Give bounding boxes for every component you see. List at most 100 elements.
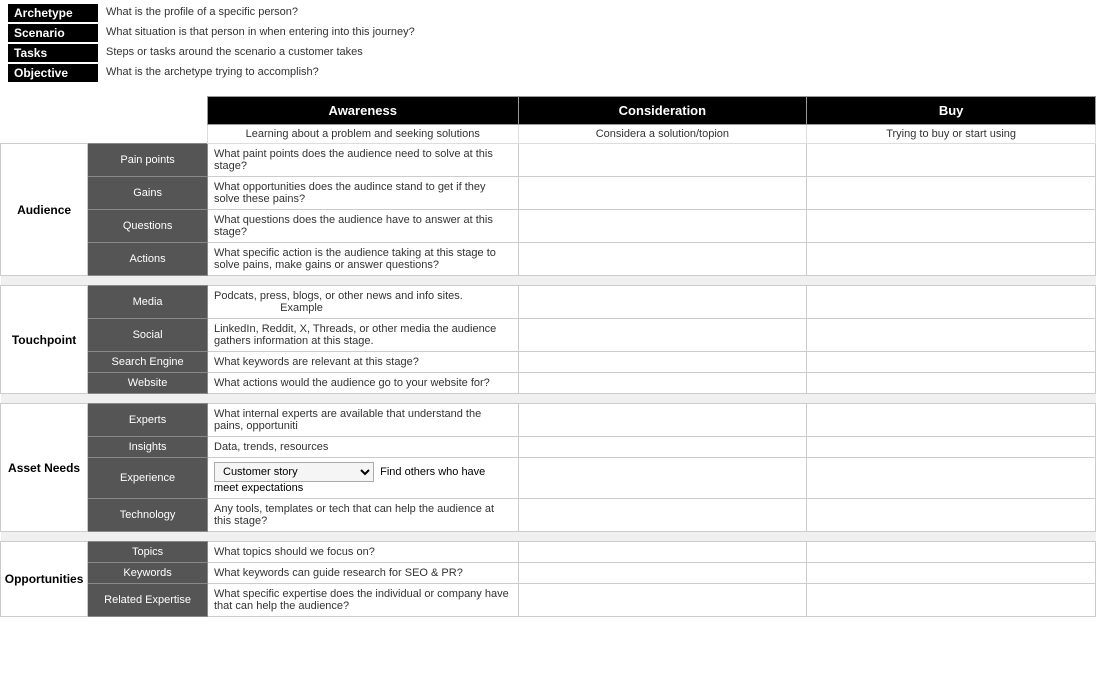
sub-label-questions: Questions [88, 210, 208, 243]
audience-actions-row: Actions What specific action is the audi… [1, 243, 1096, 276]
keywords-awareness: What keywords can guide research for SEO… [208, 563, 519, 584]
legend-label-archetype: Archetype [8, 4, 98, 22]
col-sub-consideration: Considera a solution/topion [518, 125, 807, 144]
actions-buy [807, 243, 1096, 276]
media-awareness: Podcats, press, blogs, or other news and… [208, 286, 519, 319]
col-sub-awareness: Learning about a problem and seeking sol… [208, 125, 519, 144]
topics-buy [807, 542, 1096, 563]
social-buy [807, 319, 1096, 352]
asset-experience-row: Experience Customer story Case study Tes… [1, 458, 1096, 499]
questions-consideration [518, 210, 807, 243]
actions-consideration [518, 243, 807, 276]
asset-technology-row: Technology Any tools, templates or tech … [1, 499, 1096, 532]
search-buy [807, 352, 1096, 373]
audience-pain-points-row: Audience Pain points What paint points d… [1, 144, 1096, 177]
sep-2 [1, 394, 1096, 404]
gains-awareness: What opportunities does the audince stan… [208, 177, 519, 210]
gains-buy [807, 177, 1096, 210]
pain-points-consideration [518, 144, 807, 177]
media-consideration [518, 286, 807, 319]
legend-desc-objective: What is the archetype trying to accompli… [106, 64, 319, 78]
sub-label-gains: Gains [88, 177, 208, 210]
col-sub-buy: Trying to buy or start using [807, 125, 1096, 144]
insights-buy [807, 437, 1096, 458]
insights-consideration [518, 437, 807, 458]
experience-awareness: Customer story Case study Testimonial Fi… [208, 458, 519, 499]
sub-label-actions: Actions [88, 243, 208, 276]
media-awareness-example: Example [280, 302, 323, 314]
audience-group-label: Audience [1, 144, 88, 276]
main-table: Awareness Consideration Buy Learning abo… [0, 96, 1096, 617]
technology-awareness: Any tools, templates or tech that can he… [208, 499, 519, 532]
actions-awareness: What specific action is the audience tak… [208, 243, 519, 276]
sub-label-search-engine: Search Engine [88, 352, 208, 373]
sep-3 [1, 532, 1096, 542]
pain-points-buy [807, 144, 1096, 177]
sub-label-website: Website [88, 373, 208, 394]
opp-related-expertise-row: Related Expertise What specific expertis… [1, 584, 1096, 617]
legend-row-archetype: Archetype What is the profile of a speci… [8, 4, 1088, 22]
gains-consideration [518, 177, 807, 210]
col-header-consideration: Consideration [518, 97, 807, 125]
topics-awareness: What topics should we focus on? [208, 542, 519, 563]
col-header-buy: Buy [807, 97, 1096, 125]
related-expertise-consideration [518, 584, 807, 617]
legend-row-objective: Objective What is the archetype trying t… [8, 64, 1088, 82]
website-awareness: What actions would the audience go to yo… [208, 373, 519, 394]
media-awareness-text: Podcats, press, blogs, or other news and… [214, 290, 463, 302]
keywords-buy [807, 563, 1096, 584]
audience-gains-row: Gains What opportunities does the audinc… [1, 177, 1096, 210]
legend-row-scenario: Scenario What situation is that person i… [8, 24, 1088, 42]
legend-desc-archetype: What is the profile of a specific person… [106, 4, 298, 18]
experts-buy [807, 404, 1096, 437]
experience-buy [807, 458, 1096, 499]
opp-keywords-row: Keywords What keywords can guide researc… [1, 563, 1096, 584]
legend-desc-tasks: Steps or tasks around the scenario a cus… [106, 44, 363, 58]
experience-consideration [518, 458, 807, 499]
topics-consideration [518, 542, 807, 563]
keywords-consideration [518, 563, 807, 584]
technology-consideration [518, 499, 807, 532]
website-consideration [518, 373, 807, 394]
legend-row-tasks: Tasks Steps or tasks around the scenario… [8, 44, 1088, 62]
sub-label-pain-points: Pain points [88, 144, 208, 177]
technology-buy [807, 499, 1096, 532]
questions-awareness: What questions does the audience have to… [208, 210, 519, 243]
touchpoint-website-row: Website What actions would the audience … [1, 373, 1096, 394]
sub-label-topics: Topics [88, 542, 208, 563]
legend-desc-scenario: What situation is that person in when en… [106, 24, 415, 38]
touchpoint-search-row: Search Engine What keywords are relevant… [1, 352, 1096, 373]
experience-dropdown[interactable]: Customer story Case study Testimonial [214, 462, 374, 482]
experts-consideration [518, 404, 807, 437]
touchpoint-social-row: Social LinkedIn, Reddit, X, Threads, or … [1, 319, 1096, 352]
opportunities-group-label: Opportunities [1, 542, 88, 617]
pain-points-awareness: What paint points does the audience need… [208, 144, 519, 177]
legend-section: Archetype What is the profile of a speci… [0, 0, 1096, 88]
table-header: Awareness Consideration Buy Learning abo… [1, 97, 1096, 144]
search-awareness: What keywords are relevant at this stage… [208, 352, 519, 373]
related-expertise-awareness: What specific expertise does the individ… [208, 584, 519, 617]
opp-topics-row: Opportunities Topics What topics should … [1, 542, 1096, 563]
sub-label-technology: Technology [88, 499, 208, 532]
touchpoint-group-label: Touchpoint [1, 286, 88, 394]
questions-buy [807, 210, 1096, 243]
related-expertise-buy [807, 584, 1096, 617]
touchpoint-media-row: Touchpoint Media Podcats, press, blogs, … [1, 286, 1096, 319]
social-consideration [518, 319, 807, 352]
asset-insights-row: Insights Data, trends, resources [1, 437, 1096, 458]
sub-label-keywords: Keywords [88, 563, 208, 584]
sub-label-experience: Experience [88, 458, 208, 499]
col-header-awareness: Awareness [208, 97, 519, 125]
legend-label-scenario: Scenario [8, 24, 98, 42]
sub-label-insights: Insights [88, 437, 208, 458]
asset-needs-group-label: Asset Needs [1, 404, 88, 532]
experts-awareness: What internal experts are available that… [208, 404, 519, 437]
sub-label-experts: Experts [88, 404, 208, 437]
sub-label-related-expertise: Related Expertise [88, 584, 208, 617]
search-consideration [518, 352, 807, 373]
sep-1 [1, 276, 1096, 286]
website-buy [807, 373, 1096, 394]
legend-label-objective: Objective [8, 64, 98, 82]
social-awareness: LinkedIn, Reddit, X, Threads, or other m… [208, 319, 519, 352]
asset-experts-row: Asset Needs Experts What internal expert… [1, 404, 1096, 437]
